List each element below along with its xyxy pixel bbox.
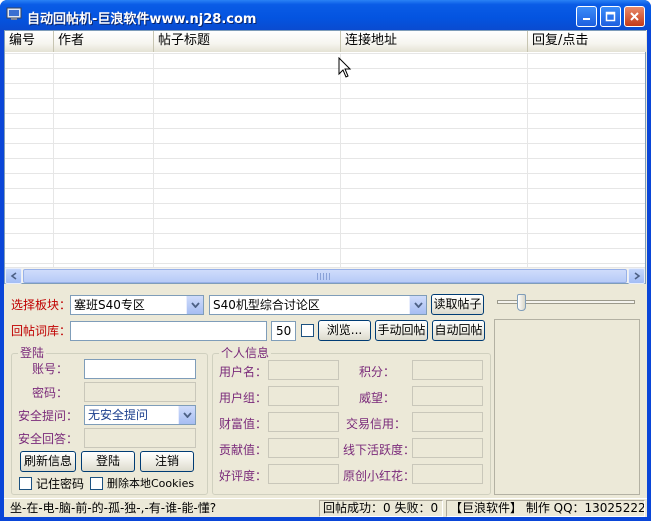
column-header-author[interactable]: 作者 [54,31,154,52]
trade-credit-value [412,412,483,432]
column-header-id[interactable]: 编号 [5,31,54,52]
login-group-label: 登陆 [18,346,47,360]
logout-button[interactable]: 注销 [140,451,194,472]
remember-password-checkbox[interactable] [19,477,32,490]
username-value [268,360,339,380]
trade-credit-label: 交易信用： [346,417,407,431]
read-posts-button[interactable]: 读取帖子 [431,294,484,315]
words-input[interactable] [70,321,267,341]
column-header-url[interactable]: 连接地址 [341,31,528,52]
wealth-value [268,412,339,432]
maximize-button[interactable] [600,6,621,27]
close-icon [630,12,639,21]
chevron-right-icon [634,272,640,280]
username-label: 用户名： [219,365,268,379]
status-bar: 坐-在-电-脑-前-的-孤-独-,-有-谁-能-懂? 回帖成功：0 失败：0 【… [4,498,647,517]
security-question-dropdown-button[interactable] [178,406,195,424]
subboard-select[interactable]: S40机型综合讨论区 [209,295,427,315]
list-grid [5,53,645,267]
wealth-label: 财富值： [219,417,268,431]
subboard-select-value: S40机型综合讨论区 [213,298,320,312]
points-value [412,360,483,380]
points-label: 积分： [359,365,396,379]
speed-slider[interactable] [495,293,637,315]
words-label: 回帖词库： [11,324,72,338]
posts-list[interactable]: 编号 作者 帖子标题 连接地址 回复/点击 [4,30,646,284]
grid-divider [340,53,341,267]
grid-divider [53,53,54,267]
grip-icon [317,273,331,280]
rating-value [268,464,339,484]
security-question-select[interactable]: 无安全提问 [84,405,196,425]
status-counts: 回帖成功：0 失败：0 [319,500,443,517]
board-select-value: 塞班S40专区 [74,298,145,312]
prestige-value [412,386,483,406]
mouse-cursor-icon [338,57,352,78]
slider-thumb[interactable] [517,294,526,311]
security-answer-input[interactable] [84,428,196,448]
board-dropdown-button[interactable] [186,296,203,314]
original-flower-value [412,464,483,484]
password-input[interactable] [84,382,196,402]
offline-activity-value [412,438,483,458]
password-label: 密码： [32,386,69,400]
security-question-label: 安全提问： [18,409,79,423]
list-header: 编号 作者 帖子标题 连接地址 回复/点击 [5,31,646,52]
security-question-value: 无安全提问 [88,408,149,422]
account-label: 账号： [32,362,69,376]
board-label: 选择板块： [11,298,72,312]
client-area: 编号 作者 帖子标题 连接地址 回复/点击 选择板块： 塞班S40专区 S40机… [4,30,647,517]
remember-password-label: 记住密码 [36,477,85,491]
grid-divider [527,53,528,267]
minimize-icon [583,18,590,20]
offline-activity-label: 线下活跃度： [343,443,416,457]
window-title: 自动回帖机-巨浪软件www.nj28.com [27,12,257,27]
original-flower-label: 原创小红花： [343,469,416,483]
account-input[interactable] [84,359,196,379]
grid-divider [153,53,154,267]
main-window: 自动回帖机-巨浪软件www.nj28.com 编号 作者 帖子标题 连接地址 回… [0,0,651,521]
chevron-left-icon [10,272,16,280]
delete-cookies-label: 删除本地Cookies [107,477,195,490]
maximize-icon [605,11,616,22]
horizontal-scrollbar[interactable] [5,267,645,284]
count-checkbox[interactable] [301,324,314,337]
count-input[interactable]: 50 [271,321,296,341]
browse-button[interactable]: 浏览... [318,320,371,341]
minimize-button[interactable] [576,6,597,27]
scroll-left-button[interactable] [5,268,22,284]
manual-reply-button[interactable]: 手动回帖 [375,320,428,341]
scroll-right-button[interactable] [628,268,645,284]
contribution-label: 贡献值： [219,443,268,457]
refresh-info-button[interactable]: 刷新信息 [20,451,76,472]
scroll-thumb[interactable] [23,269,627,283]
chevron-down-icon [182,412,192,418]
contribution-value [268,438,339,458]
close-button[interactable] [624,6,645,27]
usergroup-label: 用户组： [219,391,268,405]
status-credit: 【巨浪软件】 制作 QQ：1302522245 [446,500,645,517]
column-header-title[interactable]: 帖子标题 [154,31,341,52]
title-bar[interactable]: 自动回帖机-巨浪软件www.nj28.com [0,0,651,30]
status-marquee: 坐-在-电-脑-前-的-孤-独-,-有-谁-能-懂? [10,501,217,515]
app-icon [6,7,22,20]
rating-label: 好评度： [219,469,268,483]
auto-reply-button[interactable]: 自动回帖 [432,320,485,341]
profile-group-label: 个人信息 [219,346,272,360]
column-header-replies[interactable]: 回复/点击 [528,31,646,52]
usergroup-value [268,386,339,406]
chevron-down-icon [190,302,200,308]
login-button[interactable]: 登陆 [81,451,135,472]
security-answer-label: 安全回答： [18,432,79,446]
log-panel[interactable] [494,319,640,495]
board-select[interactable]: 塞班S40专区 [70,295,204,315]
prestige-label: 威望： [359,391,396,405]
chevron-down-icon [413,302,423,308]
delete-cookies-checkbox[interactable] [90,477,103,490]
subboard-dropdown-button[interactable] [409,296,426,314]
